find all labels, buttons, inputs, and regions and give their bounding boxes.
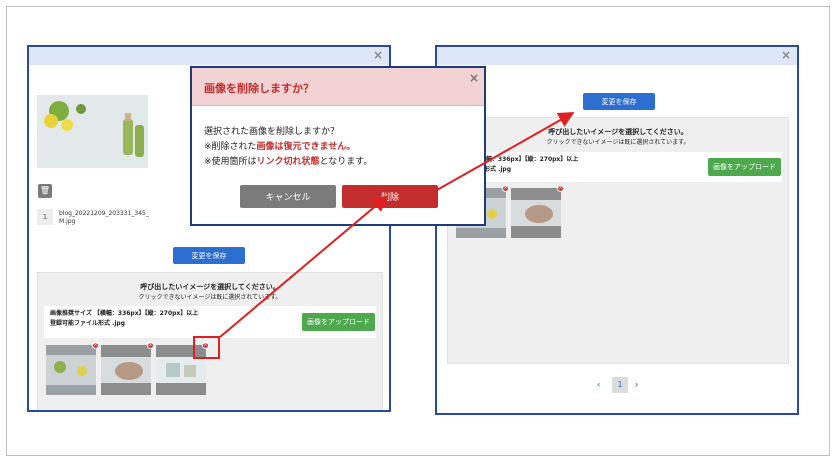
thumbnail[interactable]: [511, 188, 561, 238]
close-icon[interactable]: ×: [781, 48, 791, 62]
message-text: ※使用箇所は: [204, 157, 257, 167]
close-icon[interactable]: ×: [373, 48, 383, 62]
dialog-message: 選択された画像を削除しますか？ ※削除された画像は復元できません。 ※使用箇所は…: [204, 125, 372, 170]
message-line: 選択された画像を削除しますか？: [204, 127, 340, 137]
remove-icon[interactable]: ×: [92, 342, 99, 349]
thumb-image: [101, 345, 151, 395]
message-text: ※削除された: [204, 142, 257, 152]
pagination: ‹ 1 ›: [595, 377, 655, 395]
dialog-title: 画像を削除しますか？: [204, 82, 314, 95]
dialog-header: 画像を削除しますか？ ×: [192, 68, 484, 106]
delete-confirm-dialog: 画像を削除しますか？ × 選択された画像を削除しますか？ ※削除された画像は復元…: [190, 66, 486, 226]
warning-text: リンク切れ状態: [256, 157, 320, 167]
trash-icon[interactable]: 🗑: [38, 184, 52, 198]
remove-icon[interactable]: ×: [557, 185, 564, 192]
area-title: 呼び出したいイメージを選択してください。: [140, 283, 280, 291]
message-text: となります。: [319, 157, 373, 167]
upload-button[interactable]: 画像をアップロード: [708, 158, 781, 176]
delete-button[interactable]: 削除: [342, 185, 438, 208]
file-name: blog_20221209_203331_345_M.jpg: [59, 210, 149, 225]
pager-next[interactable]: ›: [635, 380, 638, 389]
remove-icon[interactable]: ×: [147, 342, 154, 349]
area-subtitle: クリックできないイメージは既に選択されています。: [546, 139, 690, 146]
thumb-image: [46, 345, 96, 395]
upload-button[interactable]: 画像をアップロード: [302, 313, 375, 331]
upload-info-box: 画像推奨サイズ 【横幅：336px】【縦：270px】以上 登録可能ファイル形式…: [44, 306, 376, 338]
panel-header: ×: [437, 47, 797, 65]
message-line: ※使用箇所はリンク切れ状態となります。: [204, 155, 372, 170]
area-subtitle: クリックできないイメージは既に選択されています。: [138, 294, 282, 301]
panel-header: ×: [29, 47, 389, 65]
file-index: 1: [37, 209, 53, 225]
remove-icon[interactable]: ×: [502, 185, 509, 192]
thumbnail[interactable]: [46, 345, 96, 395]
highlight-box: [193, 336, 220, 359]
close-icon[interactable]: ×: [469, 71, 479, 85]
image-select-area: 呼び出したいイメージを選択してください。 クリックできないイメージは既に選択され…: [447, 117, 789, 364]
pager-prev[interactable]: ‹: [597, 380, 600, 389]
right-image-panel: × 変更を保存 呼び出したいイメージを選択してください。 クリックできないイメー…: [435, 45, 799, 415]
upload-info-box: イズ 【横幅：336px】【縦：270px】以上 ファイル形式 .jpg 画像を…: [454, 152, 782, 182]
warning-text: 画像は復元できません。: [256, 142, 356, 152]
thumb-image: [511, 188, 561, 238]
save-button[interactable]: 変更を保存: [173, 247, 245, 264]
save-button[interactable]: 変更を保存: [583, 93, 655, 110]
area-title: 呼び出したいイメージを選択してください。: [548, 128, 688, 136]
preview-image: [37, 95, 148, 168]
pager-page[interactable]: 1: [612, 377, 628, 393]
thumbnail[interactable]: [101, 345, 151, 395]
preview-photo: [37, 95, 148, 168]
message-line: ※削除された画像は復元できません。: [204, 140, 372, 155]
cancel-button[interactable]: キャンセル: [240, 185, 336, 208]
